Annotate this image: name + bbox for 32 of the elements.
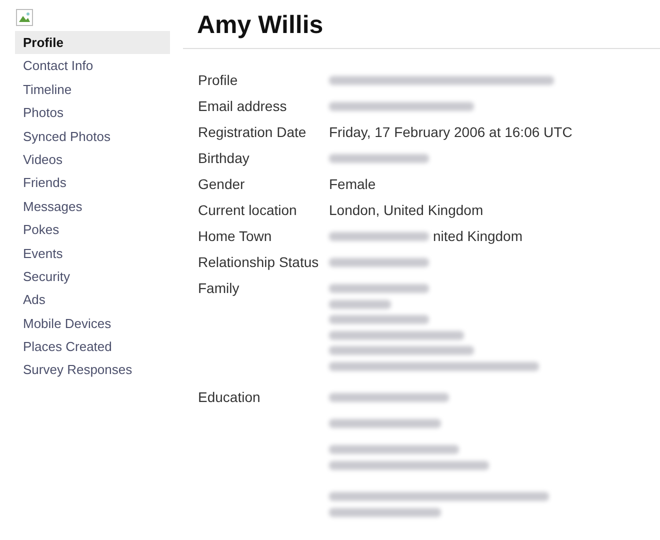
sidebar-item[interactable]: Synced Photos (15, 124, 170, 148)
sidebar-item[interactable]: Ads (15, 288, 170, 312)
field-label: Relationship Status (198, 253, 320, 272)
sidebar-item[interactable]: Survey Responses (15, 358, 170, 382)
field-value: London, United Kingdom (329, 200, 484, 220)
field-label: Birthday (198, 149, 250, 168)
field-value: nited Kingdom (433, 226, 523, 246)
sidebar-item[interactable]: Messages (15, 194, 170, 218)
sidebar-item[interactable]: Timeline (15, 78, 170, 102)
sidebar-item[interactable]: Friends (15, 171, 170, 195)
field-label: Gender (198, 175, 246, 194)
page-title: Amy Willis (196, 10, 324, 38)
field-label: Family (198, 279, 240, 298)
field-label: Email address (198, 97, 288, 116)
sidebar-item[interactable]: Security (15, 264, 170, 288)
field-label: Education (198, 388, 262, 407)
sidebar-item[interactable]: Events (15, 242, 170, 265)
field-label: Profile (198, 71, 239, 90)
field-label: Home Town (198, 227, 273, 246)
sidebar-item[interactable]: Mobile Devices (15, 312, 170, 336)
sidebar-item[interactable]: Pokes (15, 218, 170, 242)
sidebar-item[interactable]: Contact Info (15, 54, 170, 78)
sidebar-item[interactable]: Photos (15, 101, 170, 125)
sidebar-item[interactable]: Places Created (15, 335, 170, 358)
field-value: Female (329, 174, 376, 194)
sidebar-item[interactable]: Profile (15, 31, 170, 54)
sidebar-item[interactable]: Videos (15, 148, 170, 172)
field-label: Current location (198, 201, 298, 220)
blurred-text (329, 300, 391, 309)
field-value: Friday, 17 February 2006 at 16:06 UTC (329, 122, 572, 142)
broken-image-icon (16, 9, 33, 26)
field-label: Registration Date (198, 123, 308, 142)
